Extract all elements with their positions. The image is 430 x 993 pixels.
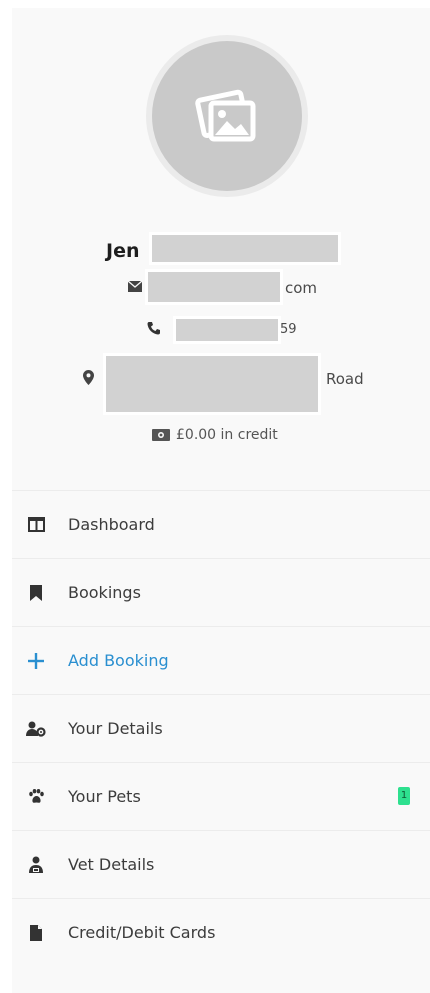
sidebar-item-credit-debit-cards[interactable]: Credit/Debit Cards xyxy=(12,898,430,966)
sidebar-panel: Jen com 59 Road £0.00 in credit Dashboar… xyxy=(12,8,430,993)
phone-icon xyxy=(147,322,160,335)
map-marker-icon xyxy=(83,370,94,385)
dashboard-icon xyxy=(26,515,46,535)
redacted-email xyxy=(148,272,280,302)
profile-section: Jen com 59 Road £0.00 in credit xyxy=(12,8,430,490)
vet-icon xyxy=(26,855,46,875)
credit-balance: £0.00 in credit xyxy=(152,427,278,443)
money-icon xyxy=(152,429,170,441)
sidebar-item-label: Add Booking xyxy=(68,651,169,670)
profile-address-suffix: Road xyxy=(326,370,364,388)
sidebar-item-label: Vet Details xyxy=(68,855,155,874)
redacted-name xyxy=(152,235,338,262)
avatar[interactable] xyxy=(146,35,308,197)
redacted-address xyxy=(106,356,318,412)
file-icon xyxy=(26,923,46,943)
user-cog-icon xyxy=(26,719,46,739)
sidebar-item-vet-details[interactable]: Vet Details xyxy=(12,830,430,898)
image-placeholder-icon xyxy=(195,89,256,142)
credit-text: £0.00 in credit xyxy=(176,427,278,443)
sidebar-item-add-booking[interactable]: Add Booking xyxy=(12,626,430,694)
paw-icon xyxy=(26,787,46,807)
sidebar-item-dashboard[interactable]: Dashboard xyxy=(12,490,430,558)
avatar-placeholder xyxy=(152,41,302,191)
sidebar-item-your-pets[interactable]: Your Pets 1 xyxy=(12,762,430,830)
plus-icon xyxy=(26,651,46,671)
bookmark-icon xyxy=(26,583,46,603)
sidebar-item-label: Your Details xyxy=(68,719,163,738)
sidebar-item-bookings[interactable]: Bookings xyxy=(12,558,430,626)
profile-email-suffix: com xyxy=(285,279,318,297)
sidebar-item-label: Dashboard xyxy=(68,515,155,534)
envelope-icon xyxy=(128,281,142,292)
sidebar-item-label: Bookings xyxy=(68,583,141,602)
profile-phone-suffix: 59 xyxy=(280,322,297,337)
redacted-phone xyxy=(176,319,278,341)
pets-count-badge: 1 xyxy=(398,787,410,805)
sidebar-item-label: Credit/Debit Cards xyxy=(68,923,216,942)
sidebar-item-your-details[interactable]: Your Details xyxy=(12,694,430,762)
sidebar-item-label: Your Pets xyxy=(68,787,141,806)
profile-name: Jen xyxy=(106,240,140,262)
sidebar-menu: Dashboard Bookings Add Booking Your Deta… xyxy=(12,490,430,966)
